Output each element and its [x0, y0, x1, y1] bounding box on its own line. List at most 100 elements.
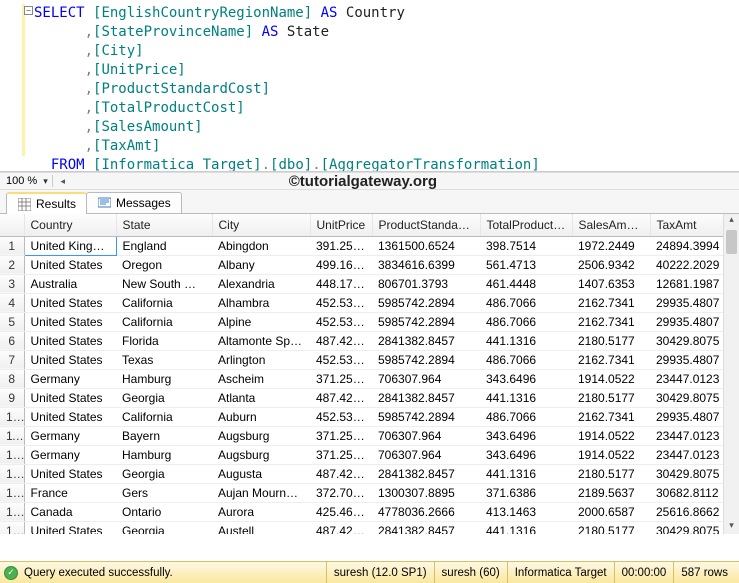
grid-cell[interactable]: Texas — [116, 350, 212, 369]
grid-cell[interactable]: Arlington — [212, 350, 310, 369]
grid-cell[interactable]: Georgia — [116, 388, 212, 407]
grid-cell[interactable]: 4778036.2666 — [372, 502, 480, 521]
grid-cell[interactable]: 2162.7341 — [572, 293, 650, 312]
grid-cell[interactable]: 372.7077 — [310, 483, 372, 502]
grid-cell[interactable]: 487.4269 — [310, 331, 372, 350]
code-line[interactable]: ,[TotalProductCost] — [20, 99, 735, 118]
grid-cell[interactable]: 706307.964 — [372, 369, 480, 388]
row-header[interactable]: 16 — [0, 521, 24, 534]
grid-cell[interactable]: 24894.3994 — [650, 236, 723, 255]
row-header[interactable]: 11 — [0, 426, 24, 445]
column-header[interactable]: City — [212, 214, 310, 236]
grid-cell[interactable]: 461.4448 — [480, 274, 572, 293]
sql-editor[interactable]: − SELECT [EnglishCountryRegionName] AS C… — [0, 0, 739, 172]
table-row[interactable]: 7United StatesTexasArlington452.53545985… — [0, 350, 723, 369]
grid-cell[interactable]: Australia — [24, 274, 116, 293]
grid-cell[interactable]: 452.5354 — [310, 312, 372, 331]
grid-cell[interactable]: Hamburg — [116, 445, 212, 464]
code-line[interactable]: ,[SalesAmount] — [20, 118, 735, 137]
grid-cell[interactable]: 561.4713 — [480, 255, 572, 274]
row-header[interactable]: 8 — [0, 369, 24, 388]
grid-cell[interactable]: 29935.4807 — [650, 312, 723, 331]
grid-cell[interactable]: 486.7066 — [480, 407, 572, 426]
grid-cell[interactable]: Aurora — [212, 502, 310, 521]
grid-cell[interactable]: Germany — [24, 426, 116, 445]
grid-cell[interactable]: 343.6496 — [480, 426, 572, 445]
table-row[interactable]: 2United StatesOregonAlbany499.1602383461… — [0, 255, 723, 274]
row-header[interactable]: 4 — [0, 293, 24, 312]
grid-cell[interactable]: 371.2586 — [310, 445, 372, 464]
grid-cell[interactable]: 1972.2449 — [572, 236, 650, 255]
grid-cell[interactable]: 487.4269 — [310, 464, 372, 483]
scroll-left-icon[interactable]: ◂ — [57, 175, 69, 187]
column-header[interactable]: UnitPrice — [310, 214, 372, 236]
grid-cell[interactable]: 23447.0123 — [650, 426, 723, 445]
grid-cell[interactable]: 5985742.2894 — [372, 350, 480, 369]
grid-cell[interactable]: 343.6496 — [480, 445, 572, 464]
grid-cell[interactable]: 499.1602 — [310, 255, 372, 274]
grid-cell[interactable]: 23447.0123 — [650, 369, 723, 388]
grid-cell[interactable]: Abingdon — [212, 236, 310, 255]
grid-cell[interactable]: 448.1784 — [310, 274, 372, 293]
code-line[interactable]: SELECT [EnglishCountryRegionName] AS Cou… — [20, 4, 735, 23]
column-header[interactable]: ProductStandardCost — [372, 214, 480, 236]
tab-messages[interactable]: Messages — [86, 192, 182, 213]
grid-cell[interactable]: 2162.7341 — [572, 350, 650, 369]
grid-cell[interactable]: 441.1316 — [480, 464, 572, 483]
grid-cell[interactable]: 371.2586 — [310, 426, 372, 445]
grid-cell[interactable]: 486.7066 — [480, 350, 572, 369]
grid-cell[interactable]: Alpine — [212, 312, 310, 331]
grid-cell[interactable]: 1914.0522 — [572, 445, 650, 464]
grid-cell[interactable]: California — [116, 407, 212, 426]
row-header[interactable]: 6 — [0, 331, 24, 350]
grid-cell[interactable]: New South Wales — [116, 274, 212, 293]
grid-cell[interactable]: United States — [24, 350, 116, 369]
grid-cell[interactable]: 706307.964 — [372, 445, 480, 464]
grid-cell[interactable]: Ontario — [116, 502, 212, 521]
grid-cell[interactable]: 486.7066 — [480, 312, 572, 331]
grid-cell[interactable]: 452.5354 — [310, 293, 372, 312]
grid-cell[interactable]: United States — [24, 255, 116, 274]
row-header[interactable]: 10 — [0, 407, 24, 426]
row-header[interactable]: 15 — [0, 502, 24, 521]
grid-cell[interactable]: Augsburg — [212, 445, 310, 464]
grid-cell[interactable]: 487.4269 — [310, 521, 372, 534]
code-line[interactable]: ,[TaxAmt] — [20, 137, 735, 156]
grid-cell[interactable]: 1914.0522 — [572, 369, 650, 388]
grid-cell[interactable]: 3834616.6399 — [372, 255, 480, 274]
grid-cell[interactable]: 452.5354 — [310, 350, 372, 369]
grid-cell[interactable]: 2841382.8457 — [372, 388, 480, 407]
grid-cell[interactable]: 486.7066 — [480, 293, 572, 312]
grid-cell[interactable]: United States — [24, 293, 116, 312]
row-header[interactable]: 7 — [0, 350, 24, 369]
grid-cell[interactable]: United Kingdom — [24, 236, 116, 255]
grid-cell[interactable]: 30682.8112 — [650, 483, 723, 502]
row-header[interactable]: 3 — [0, 274, 24, 293]
grid-cell[interactable]: Ascheim — [212, 369, 310, 388]
grid-cell[interactable]: 2506.9342 — [572, 255, 650, 274]
grid-cell[interactable]: 1361500.6524 — [372, 236, 480, 255]
table-row[interactable]: 15CanadaOntarioAurora425.46374778036.266… — [0, 502, 723, 521]
results-grid[interactable]: CountryStateCityUnitPriceProductStandard… — [0, 214, 723, 534]
table-row[interactable]: 8GermanyHamburgAscheim371.2586706307.964… — [0, 369, 723, 388]
grid-cell[interactable]: 2162.7341 — [572, 407, 650, 426]
grid-cell[interactable]: 40222.2029 — [650, 255, 723, 274]
grid-cell[interactable]: 1407.6353 — [572, 274, 650, 293]
grid-cell[interactable]: United States — [24, 388, 116, 407]
scroll-thumb[interactable] — [726, 230, 737, 254]
grid-cell[interactable]: Atlanta — [212, 388, 310, 407]
grid-cell[interactable]: 23447.0123 — [650, 445, 723, 464]
table-row[interactable]: 6United StatesFloridaAltamonte Springs48… — [0, 331, 723, 350]
row-header[interactable]: 5 — [0, 312, 24, 331]
table-row[interactable]: 9United StatesGeorgiaAtlanta487.42692841… — [0, 388, 723, 407]
grid-cell[interactable]: 5985742.2894 — [372, 407, 480, 426]
grid-cell[interactable]: Georgia — [116, 464, 212, 483]
grid-cell[interactable]: 2180.5177 — [572, 331, 650, 350]
grid-cell[interactable]: Florida — [116, 331, 212, 350]
scroll-up-icon[interactable]: ▴ — [724, 214, 739, 228]
grid-cell[interactable]: 343.6496 — [480, 369, 572, 388]
tab-results[interactable]: Results — [6, 192, 87, 214]
grid-cell[interactable]: England — [116, 236, 212, 255]
row-header[interactable]: 9 — [0, 388, 24, 407]
vertical-scrollbar[interactable]: ▴ ▾ — [723, 214, 739, 534]
